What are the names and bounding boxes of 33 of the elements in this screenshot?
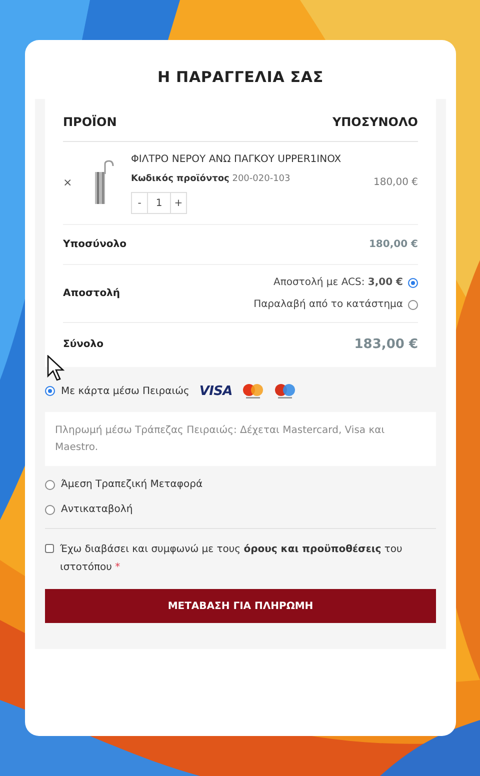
total-label: Σύνολο: [63, 338, 104, 352]
remove-button[interactable]: ×: [63, 174, 85, 191]
order-title: Η ΠΑΡΑΓΓΕΛΙΑ ΣΑΣ: [156, 67, 325, 88]
column-header: ΥΠΟΣΥΝΟΛΟ: [332, 114, 418, 130]
total-value: 183,00 €: [354, 336, 418, 354]
column-header: ΠΡΟΪΟΝ: [63, 114, 117, 130]
sku-value: 200-020-103: [232, 174, 290, 184]
shipping-label: Αποστολή: [63, 287, 120, 301]
shipping-option[interactable]: Αποστολή με ACS: 3,00 €: [273, 275, 403, 290]
terms-text: Έχω διαβάσει και συμφωνώ με τους όρους και προϋποθέσεις του ιστοτόπου *: [60, 543, 404, 575]
subtotal-value: 180,00 €: [368, 238, 418, 252]
submit-button[interactable]: ΜΕΤΑΒΑΣΗ ΓΙΑ ΠΛΗΡΩΜΗ: [45, 589, 436, 623]
terms-checkbox[interactable]: [45, 544, 54, 553]
shipping-option[interactable]: Παραλαβή από το κατάστημα: [254, 297, 403, 312]
payment-option[interactable]: Αντικαταβολή: [61, 502, 133, 517]
payment-option[interactable]: Με κάρτα μέσω Πειραιώς: [61, 384, 190, 399]
increase-button[interactable]: +: [170, 193, 186, 213]
card-logo-icon: [274, 383, 296, 400]
quantity-field[interactable]: 1: [148, 193, 170, 213]
decrease-button[interactable]: -: [132, 193, 148, 213]
sku-label: Κωδικός προϊόντος: [131, 174, 230, 184]
subtotal-label: Υποσύνολο: [63, 238, 126, 252]
payment-option[interactable]: Άμεση Τραπεζική Μεταφορά: [61, 477, 203, 492]
line-subtotal: 180,00 €: [373, 176, 418, 190]
radio-button[interactable]: [45, 480, 55, 490]
card-logo-icon: [242, 383, 264, 400]
radio-button[interactable]: [45, 386, 55, 396]
payment-description: Πληρωμή μέσω Τράπεζας Πειραιώς: Δέχεται Mastercard, Visa και Maestro.: [55, 424, 386, 455]
card-brand-logo: VISA: [199, 382, 232, 400]
radio-button[interactable]: [408, 300, 418, 310]
radio-button[interactable]: [408, 278, 418, 288]
radio-button[interactable]: [45, 504, 55, 514]
product-name: ΦΙΛΤΡΟ ΝΕΡΟΥ ΑΝΩ ΠΑΓΚΟΥ UPPER1INOX: [131, 152, 342, 166]
